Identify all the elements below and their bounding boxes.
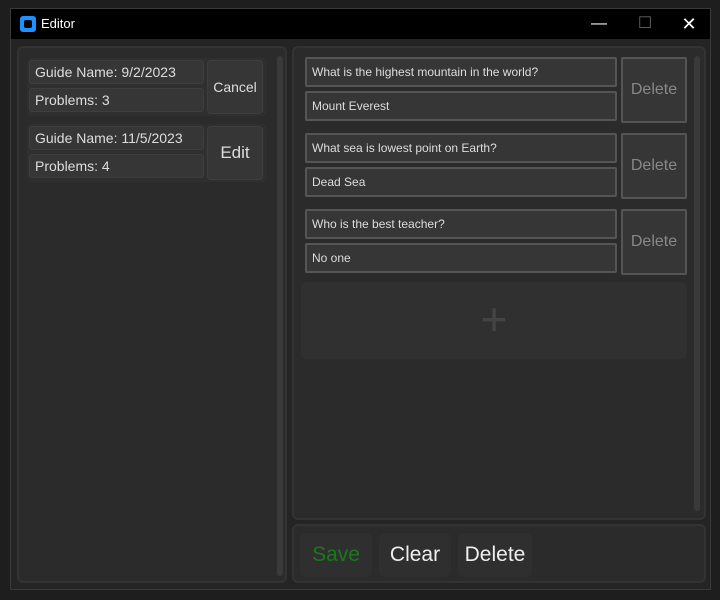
window-title: Editor <box>41 16 75 31</box>
minimize-button[interactable]: — <box>576 9 622 39</box>
add-problem-button[interactable]: + <box>301 282 687 359</box>
problems-scrollbar[interactable] <box>694 56 700 511</box>
guide-problems-count: Problems: 4 <box>29 154 204 178</box>
answer-input[interactable]: Dead Sea <box>305 167 617 197</box>
clear-button[interactable]: Clear <box>379 533 451 577</box>
guide-name-field: Guide Name: 9/2/2023 <box>29 60 204 84</box>
guide-name-field: Guide Name: 11/5/2023 <box>29 126 204 150</box>
guide-card: Guide Name: 11/5/2023 Problems: 4 Edit <box>27 124 267 182</box>
question-input[interactable]: Who is the best teacher? <box>305 209 617 239</box>
question-input[interactable]: What is the highest mountain in the worl… <box>305 57 617 87</box>
answer-input[interactable]: No one <box>305 243 617 273</box>
action-toolbar: Save Clear Delete <box>292 524 706 583</box>
question-input[interactable]: What sea is lowest point on Earth? <box>305 133 617 163</box>
problem-row: What sea is lowest point on Earth? Dead … <box>303 133 687 201</box>
maximize-button[interactable]: ☐ <box>622 9 668 39</box>
app-icon <box>20 16 36 32</box>
problems-panel: What is the highest mountain in the worl… <box>292 46 706 520</box>
guide-edit-button[interactable]: Edit <box>207 126 263 180</box>
guide-card: Guide Name: 9/2/2023 Problems: 3 Cancel <box>27 58 267 116</box>
guide-list-scrollbar[interactable] <box>277 56 283 576</box>
problem-row: Who is the best teacher? No one Delete <box>303 209 687 277</box>
close-button[interactable]: ✕ <box>666 9 712 39</box>
editor-window: Editor — ☐ ✕ Guide Name: 9/2/2023 Proble… <box>10 8 711 590</box>
title-bar: Editor — ☐ ✕ <box>11 9 710 39</box>
save-button[interactable]: Save <box>300 533 372 577</box>
guide-problems-count: Problems: 3 <box>29 88 204 112</box>
delete-problem-button[interactable]: Delete <box>621 57 687 123</box>
delete-problem-button[interactable]: Delete <box>621 209 687 275</box>
problem-row: What is the highest mountain in the worl… <box>303 57 687 125</box>
delete-guide-button[interactable]: Delete <box>458 533 532 577</box>
answer-input[interactable]: Mount Everest <box>305 91 617 121</box>
guide-cancel-button[interactable]: Cancel <box>207 60 263 114</box>
guide-list-panel: Guide Name: 9/2/2023 Problems: 3 Cancel … <box>17 46 287 583</box>
delete-problem-button[interactable]: Delete <box>621 133 687 199</box>
